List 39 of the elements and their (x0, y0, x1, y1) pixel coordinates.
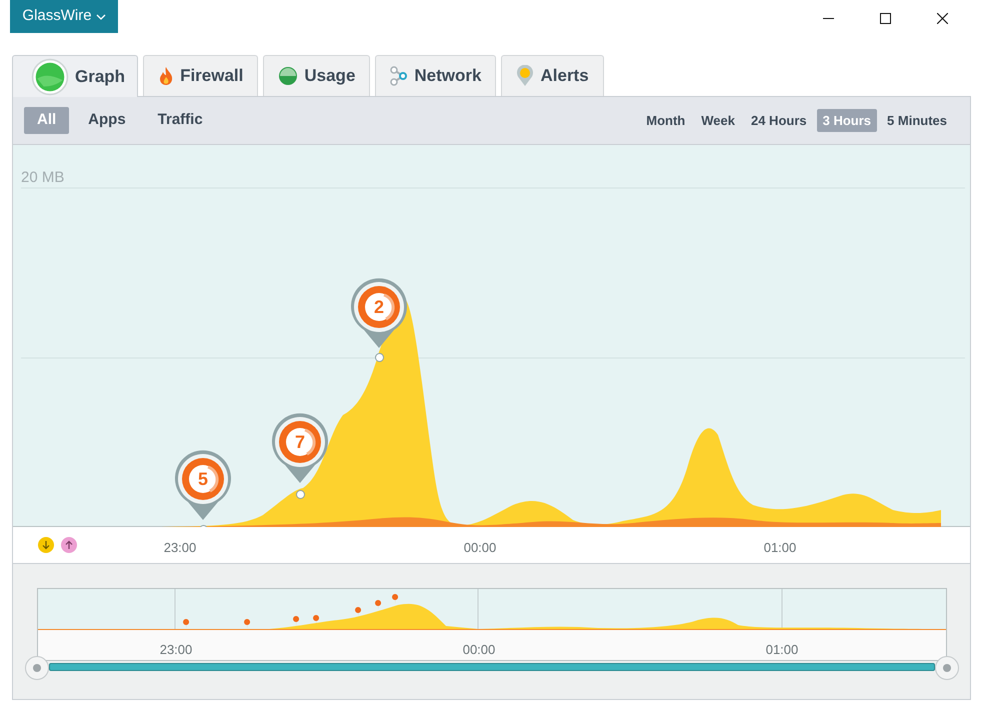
alert-count: 2 (372, 296, 385, 319)
range-slider-track[interactable] (49, 663, 935, 671)
map-pin-icon (271, 413, 329, 483)
tab[interactable]: Alerts (501, 55, 604, 96)
map-pin-icon (350, 278, 408, 348)
tab[interactable]: Usage (263, 55, 370, 96)
slider-handle[interactable] (25, 656, 49, 680)
tab[interactable]: Network (375, 55, 496, 96)
axis-label: 20 MB (21, 168, 64, 188)
network-icon (390, 66, 408, 86)
filter-button[interactable]: Apps (75, 107, 139, 134)
time-label: 01:00 (762, 539, 798, 557)
time-label: 23:00 (162, 539, 198, 557)
tab[interactable]: Firewall (143, 55, 258, 96)
filter-button[interactable]: Traffic (144, 107, 216, 134)
maximize-icon (880, 12, 891, 24)
time-label: 01:00 (764, 641, 800, 659)
alert-count: 7 (294, 431, 306, 454)
tab[interactable]: Graph (12, 55, 138, 97)
close-icon (937, 12, 948, 24)
app-menu-button[interactable]: GlassWire (10, 0, 118, 33)
time-range-button[interactable]: 5 Minutes (881, 109, 953, 132)
time-label: 00:00 (462, 641, 496, 659)
time-label: 00:00 (462, 539, 498, 557)
time-range-button[interactable]: Month (640, 109, 692, 132)
alert-count: 5 (196, 468, 209, 491)
time-range-button[interactable]: Week (695, 109, 741, 132)
chevron-down-icon (96, 14, 106, 20)
flame-icon (158, 66, 174, 86)
time-range-button[interactable]: 24 Hours (744, 109, 813, 132)
pie-icon (278, 66, 298, 86)
download-icon (38, 537, 54, 553)
upload-icon (61, 537, 77, 553)
slider-handle[interactable] (935, 656, 959, 680)
globe-icon (31, 58, 69, 96)
alert-point-icon (375, 353, 384, 362)
map-pin-icon (174, 450, 232, 520)
pin-icon (516, 65, 534, 87)
time-label: 23:00 (158, 641, 194, 659)
